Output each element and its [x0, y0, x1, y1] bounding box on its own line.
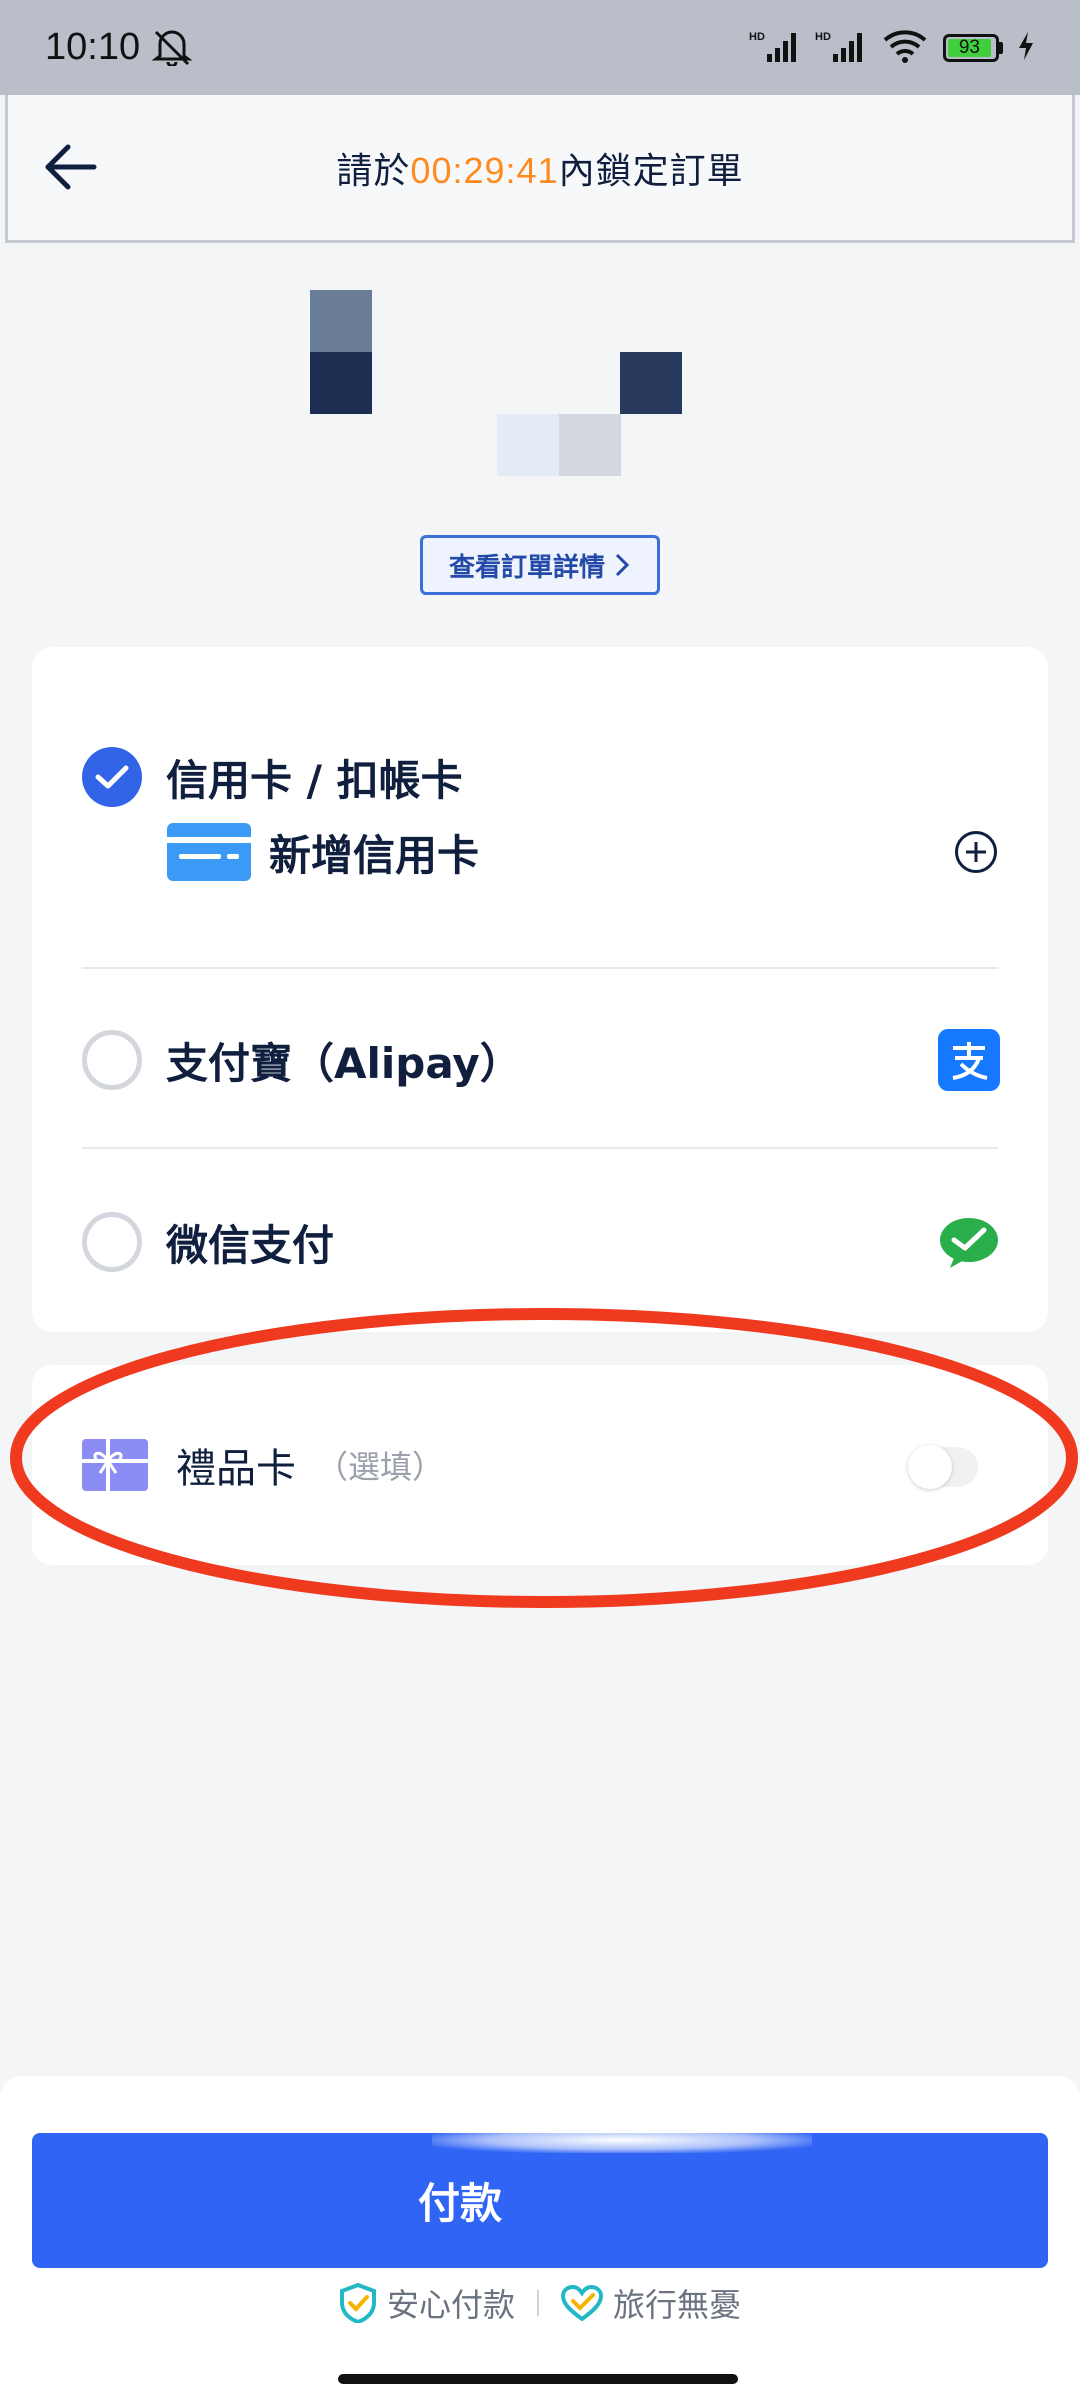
status-time: 10:10: [45, 26, 141, 68]
svg-text:HD: HD: [815, 31, 831, 43]
title-suffix: 內鎖定訂單: [558, 150, 744, 192]
method-credit-card[interactable]: 信用卡 / 扣帳卡: [32, 742, 1048, 812]
credit-card-icon: [167, 823, 251, 881]
alipay-icon: [938, 1029, 1000, 1091]
wifi-icon: [881, 28, 929, 68]
wechat-pay-icon: [938, 1211, 1000, 1273]
worry-free-travel-label: 旅行無憂: [613, 2286, 742, 2324]
view-order-details-button[interactable]: 查看訂單詳情: [420, 535, 660, 595]
highlight-annotation-oval: [10, 1308, 1078, 1608]
method-alipay[interactable]: 支付寶（Alipay）: [32, 1025, 1048, 1095]
alipay-label: 支付寶（Alipay）: [166, 1038, 522, 1088]
back-button[interactable]: [40, 137, 100, 197]
countdown-timer: 00:29:41: [410, 149, 559, 191]
hd-signal-icon: HD: [749, 28, 801, 68]
check-icon: [95, 765, 129, 789]
pay-button-label: 付款: [417, 2179, 502, 2228]
add-card-plus-button[interactable]: [955, 831, 997, 873]
divider: [82, 967, 998, 969]
payment-methods-card: 信用卡 / 扣帳卡 新增信用卡 支付寶（Alipay） 微信支付: [32, 647, 1048, 1332]
divider: [82, 1147, 998, 1149]
plus-icon: [966, 842, 986, 862]
battery-level: 93: [948, 37, 991, 58]
home-indicator[interactable]: [338, 2374, 738, 2384]
battery-icon: 93: [943, 33, 1003, 62]
method-wechat[interactable]: 微信支付: [32, 1207, 1048, 1277]
heart-check-icon: [561, 2285, 603, 2321]
pay-button[interactable]: 付款: [32, 2127, 1048, 2268]
header: 請於00:29:41內鎖定訂單: [5, 95, 1075, 243]
svg-text:HD: HD: [749, 31, 765, 43]
title-prefix: 請於: [336, 150, 411, 192]
button-glare: [432, 2127, 812, 2153]
separator: [537, 2290, 539, 2316]
secure-payment-label: 安心付款: [386, 2286, 515, 2324]
add-credit-card-row[interactable]: 新增信用卡: [167, 817, 997, 887]
hd-signal-icon: HD: [815, 28, 867, 68]
credit-card-radio[interactable]: [82, 747, 142, 807]
wechat-radio[interactable]: [82, 1212, 142, 1272]
status-bar: 10:10 HD HD 93: [0, 0, 1080, 95]
arrow-left-icon: [45, 144, 97, 190]
alipay-radio[interactable]: [82, 1030, 142, 1090]
charging-icon: [1017, 30, 1035, 66]
credit-card-label: 信用卡 / 扣帳卡: [166, 755, 463, 805]
mute-bell-icon: [150, 26, 194, 70]
shield-check-icon: [339, 2283, 376, 2323]
wechat-label: 微信支付: [166, 1220, 335, 1270]
chevron-right-icon: [615, 553, 630, 577]
worry-free-travel-badge: 旅行無憂: [561, 2280, 741, 2326]
add-card-label: 新增信用卡: [269, 830, 480, 880]
details-label: 查看訂單詳情: [448, 552, 605, 583]
trust-badges: 安心付款 旅行無憂: [0, 2280, 1080, 2326]
page-title: 請於00:29:41內鎖定訂單: [336, 142, 743, 194]
secure-payment-badge: 安心付款: [339, 2280, 515, 2326]
